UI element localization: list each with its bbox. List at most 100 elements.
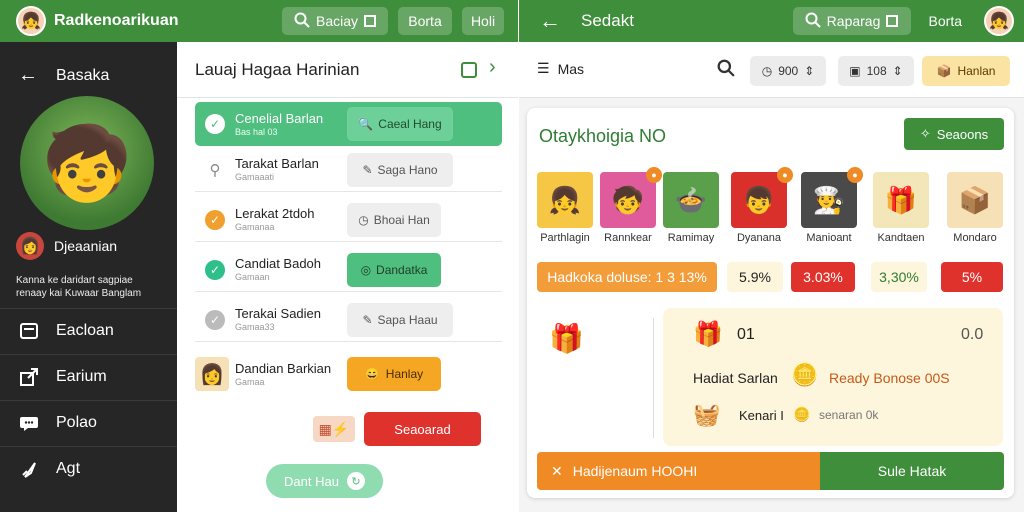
tile-kandtaen[interactable]: 🎁	[873, 172, 929, 228]
user-avatar[interactable]: 👧	[984, 6, 1014, 36]
seaoarad-button[interactable]: Seaoarad	[364, 412, 481, 446]
user-row: 👩 Djeaanian	[16, 232, 117, 260]
hanlan-button[interactable]: 📦 Hanlan	[922, 56, 1010, 86]
right-toolbar: ☰ Mas ◷ 900 ⇕ ▣ 108 ⇕ 📦 Hanlan	[519, 42, 1024, 98]
stat-item: 5%	[941, 262, 1003, 292]
gift-icon: 🎁	[549, 323, 584, 354]
task-sub: Gamaa33	[235, 322, 275, 332]
task-action-button[interactable]: ◷ Bhoai Han	[347, 203, 441, 237]
pencil-icon: ✎	[362, 313, 373, 327]
seasons-label: Seaoons	[936, 126, 989, 142]
tile-manioant[interactable]: 🧑‍🍳 ●	[801, 167, 863, 228]
sidebar-item-agt[interactable]: Agt	[0, 446, 177, 490]
dant-hau-label: Dant Hau	[284, 473, 339, 489]
sidebar-item-label: Polao	[56, 413, 97, 431]
profile-photo: 🧒	[20, 96, 154, 230]
search-button[interactable]: Baciay	[282, 7, 388, 35]
check-icon[interactable]: ✓	[205, 259, 225, 280]
featured-task-row[interactable]: 👩 Dandian Barkian Gamaa 😄 Hanlay	[195, 352, 502, 396]
task-row[interactable]: ✓ Candiat Badoh Gamaan ◎ Dandatka	[195, 248, 502, 292]
stat-item: 3,30%	[871, 262, 927, 292]
rocket-icon	[18, 458, 40, 480]
square-icon	[364, 15, 377, 27]
hadijenaum-label: Hadijenaum HOOHI	[572, 463, 698, 479]
user-description: Kanna ke daridart sagpiae renaay kai Kuw…	[16, 275, 142, 299]
tile-icon: 🍲	[674, 184, 708, 215]
app-title: Radkenoarikuan	[54, 12, 179, 29]
export-icon	[18, 366, 40, 388]
task-action-button[interactable]: ✎ Saga Hano	[347, 153, 453, 187]
task-title: Cenelial Barlan	[235, 110, 324, 126]
task-row[interactable]: ✓ Lerakat 2tdoh Gamanaa ◷ Bhoai Han	[195, 198, 502, 242]
select-b[interactable]: ▣ 108 ⇕	[838, 56, 914, 86]
task-panel-title: Lauaj Hagaa Harinian	[195, 60, 360, 79]
chevron-right-icon[interactable]: ›	[489, 56, 496, 79]
featured-avatar: 👩	[195, 357, 229, 391]
notification-badge: ●	[646, 167, 662, 183]
tile-icon: 🧒	[611, 184, 645, 215]
sule-hatak-button[interactable]: Sule Hatak	[820, 452, 1004, 490]
stat-item: 3.03%	[791, 262, 855, 292]
check-icon[interactable]: ✓	[205, 309, 225, 330]
task-action-button[interactable]: ◎ Dandatka	[347, 253, 441, 287]
search-button-label: Baciay	[315, 13, 359, 29]
gift-icon: ▦⚡	[313, 416, 355, 442]
sidebar-item-eacloan[interactable]: Eacloan	[0, 308, 177, 352]
hadijenaum-button[interactable]: ✕ Hadijenaum HOOHI	[537, 452, 820, 490]
sidebar-item-earium[interactable]: Earium	[0, 354, 177, 398]
task-panel: Lauaj Hagaa Harinian › ✓ Cenelial Barlan…	[177, 42, 518, 512]
task-sub: Bas hal 03	[235, 126, 278, 137]
task-action-button[interactable]: 🔍 Caeal Hang	[347, 107, 453, 141]
box-icon: 📦	[936, 64, 952, 78]
user-avatar: 👩	[16, 232, 44, 260]
right-borta-link[interactable]: Borta	[929, 13, 962, 29]
select-a-value: 900	[778, 64, 799, 78]
search-icon[interactable]	[717, 59, 735, 82]
checkbox-icon[interactable]	[461, 62, 477, 78]
card-title: Otaykhoigia NO	[539, 126, 667, 146]
task-button-label: Saga Hano	[377, 163, 438, 177]
reward-top-right: 0.0	[961, 326, 984, 343]
tile-dyanana[interactable]: 👦 ●	[731, 167, 793, 228]
select-a[interactable]: ◷ 900 ⇕	[750, 56, 826, 86]
borta-button[interactable]: Borta	[398, 7, 452, 35]
app-avatar[interactable]: 👧	[16, 6, 46, 36]
seasons-button[interactable]: ✧ Seaoons	[904, 118, 1004, 150]
tile-icon: 📦	[958, 184, 992, 215]
right-main: ☰ Mas ◷ 900 ⇕ ▣ 108 ⇕ 📦 Hanlan Otaykhoig…	[519, 42, 1024, 512]
content-card: Otaykhoigia NO ✧ Seaoons 👧 🧒 ● 🍲 👦 ● 🧑‍🍳 ● …	[527, 108, 1014, 498]
dant-hau-button[interactable]: Dant Hau ↻	[266, 464, 383, 498]
task-title: Tarakat Barlan	[235, 156, 319, 171]
sidebar-item-polao[interactable]: Polao	[0, 400, 177, 444]
featured-title: Dandian Barkian	[235, 360, 332, 376]
featured-sub: Gamaa	[235, 376, 265, 387]
tile-parthlagin[interactable]: 👧	[537, 172, 593, 228]
clock-icon: ◷	[358, 213, 369, 227]
check-icon[interactable]: ✓	[205, 114, 225, 134]
right-search-button[interactable]: Raparag	[792, 7, 911, 35]
task-action-button[interactable]: ✎ Sapa Haau	[347, 303, 453, 337]
reward-line2-right: senaran 0k	[819, 408, 879, 422]
check-icon[interactable]: ✓	[205, 209, 225, 230]
task-title: Terakai Sadien	[235, 306, 321, 321]
hanlay-button[interactable]: 😄 Hanlay	[347, 357, 441, 391]
chevron-updown-icon: ⇕	[892, 64, 903, 78]
tile-mondaro[interactable]: 📦	[947, 172, 1003, 228]
task-row[interactable]: ✓ Cenelial Barlan Bas hal 03 🔍 Caeal Hang	[195, 102, 502, 146]
coin-icon: 🪙	[793, 406, 811, 422]
back-arrow-icon[interactable]: ←	[539, 8, 561, 34]
sidebar-back[interactable]: ← Basaka	[18, 64, 109, 87]
task-row[interactable]: ⚲ Tarakat Barlan Gamaaati ✎ Saga Hano	[195, 148, 502, 192]
reward-box: 🎁 01 0.0 Hadiat Sarlan 🪙 Ready Bonose 00…	[663, 308, 1003, 446]
bottom-action-bar: ✕ Hadijenaum HOOHI Sule Hatak	[537, 452, 1004, 490]
square-icon	[886, 15, 899, 27]
coin-icon: 🪙	[791, 362, 819, 387]
task-row[interactable]: ✓ Terakai Sadien Gamaa33 ✎ Sapa Haau	[195, 298, 502, 342]
gift-icon: 🎁	[693, 321, 723, 348]
tile-rannkear[interactable]: 🧒 ●	[600, 167, 662, 228]
tile-label: Kandtaen	[877, 232, 925, 244]
menu-toggle[interactable]: ☰ Mas	[537, 60, 584, 77]
search-icon	[294, 12, 310, 31]
tile-ramimay[interactable]: 🍲	[663, 172, 719, 228]
holi-button[interactable]: Holi	[462, 7, 504, 35]
